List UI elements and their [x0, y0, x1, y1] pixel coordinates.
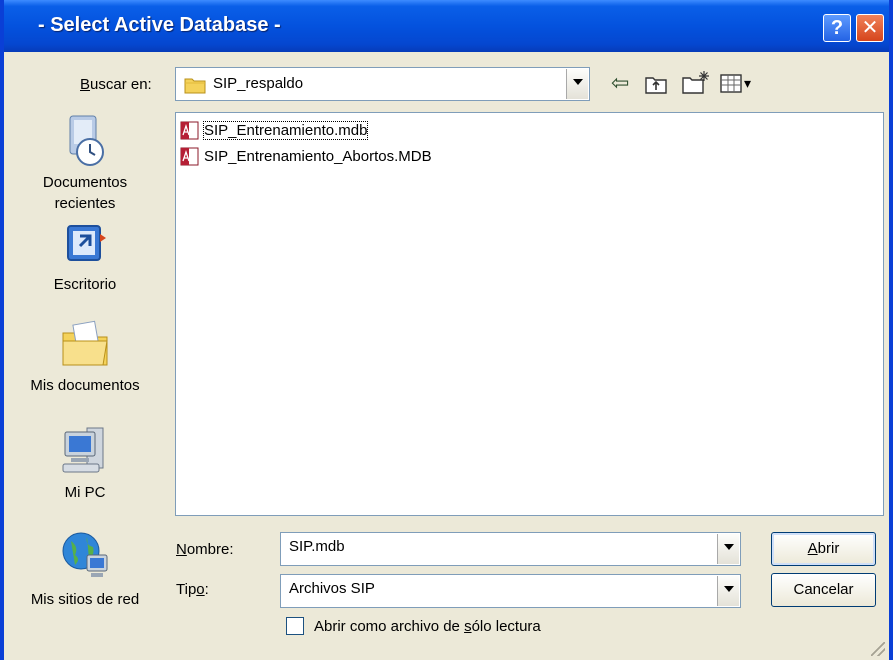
folder-icon	[184, 78, 206, 94]
open-file-dialog: - Select Active Database - ? ✕ Buscar en…	[0, 0, 893, 660]
filetype-label: Tipo:	[176, 581, 209, 598]
close-icon: ✕	[861, 17, 879, 39]
title-bar[interactable]: - Select Active Database - ? ✕	[4, 0, 889, 52]
place-network-places[interactable]: Mis sitios de red	[4, 527, 166, 610]
view-menu-icon[interactable]	[720, 74, 744, 94]
network-places-icon	[62, 532, 108, 577]
place-my-documents[interactable]: Mis documentos	[4, 317, 166, 396]
filename-dropdown-button[interactable]	[717, 534, 739, 564]
view-menu-arrow-icon[interactable]: ▾	[744, 75, 751, 92]
up-folder-icon[interactable]	[645, 74, 667, 94]
help-button[interactable]: ?	[823, 14, 851, 42]
filetype-dropdown-button[interactable]	[717, 576, 739, 606]
desktop-icon	[67, 225, 106, 261]
look-in-dropdown-button[interactable]	[566, 69, 588, 99]
back-icon[interactable]: ⇦	[611, 70, 629, 96]
filetype-combo[interactable]: Archivos SIP	[280, 574, 741, 608]
filetype-value: Archivos SIP	[289, 580, 375, 597]
cancel-button[interactable]: Cancelar	[771, 573, 876, 607]
filename-combo[interactable]: SIP.mdb	[280, 532, 741, 566]
look-in-value: SIP_respaldo	[213, 75, 304, 92]
filename-input[interactable]: SIP.mdb	[289, 538, 345, 555]
file-list[interactable]: SIP_Entrenamiento.mdb SIP_Entrenamiento_…	[175, 112, 884, 516]
open-button[interactable]: Abrir	[771, 532, 876, 566]
my-documents-icon	[62, 320, 108, 366]
dialog-title: - Select Active Database -	[38, 14, 281, 36]
place-desktop[interactable]: Escritorio	[4, 220, 166, 295]
file-name: SIP_Entrenamiento_Abortos.MDB	[204, 148, 432, 165]
look-in-label: Buscar en:	[80, 76, 152, 93]
help-icon: ?	[830, 17, 844, 39]
readonly-label[interactable]: Abrir como archivo de sólo lectura	[314, 618, 541, 635]
filename-label: Nombre:	[176, 541, 234, 558]
places-bar: Documentos recientes Escritorio Mis docu…	[4, 112, 166, 652]
resize-grip[interactable]	[871, 642, 885, 656]
close-button[interactable]: ✕	[856, 14, 884, 42]
access-database-icon	[180, 147, 199, 166]
place-my-computer[interactable]: Mi PC	[4, 422, 166, 503]
readonly-checkbox[interactable]	[286, 617, 304, 635]
file-name: SIP_Entrenamiento.mdb	[202, 121, 369, 140]
my-computer-icon	[62, 427, 104, 473]
access-database-icon	[180, 121, 199, 140]
recent-documents-icon	[69, 115, 104, 166]
new-folder-icon[interactable]	[682, 70, 710, 94]
place-recent-documents[interactable]: Documentos recientes	[4, 114, 166, 214]
look-in-combo[interactable]: SIP_respaldo	[175, 67, 590, 101]
